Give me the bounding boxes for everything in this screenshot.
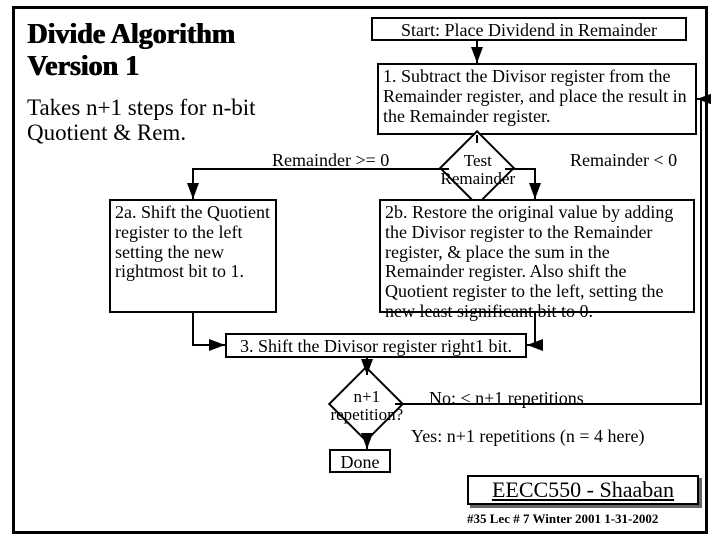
- node-step2a: 2a. Shift the Quotient register to the l…: [109, 199, 277, 313]
- node-start: Start: Place Dividend in Remainder: [371, 17, 687, 41]
- footer-course: EECC550 - Shaaban: [467, 475, 699, 505]
- edge-label-ge0: Remainder >= 0: [272, 151, 389, 170]
- edge-label-no: No: < n+1 repetitions: [429, 389, 584, 408]
- slide-title: Divide Algorithm Version 1: [27, 19, 235, 83]
- node-repetition: n+1 repetition?: [328, 366, 404, 442]
- node-step1: 1. Subtract the Divisor register from th…: [377, 63, 697, 135]
- slide-frame: Divide Algorithm Version 1 Takes n+1 ste…: [12, 6, 708, 534]
- slide-subtitle: Takes n+1 steps for n-bit Quotient & Rem…: [27, 95, 256, 146]
- edge-label-lt0: Remainder < 0: [570, 151, 677, 170]
- node-step3: 3. Shift the Divisor register right1 bit…: [225, 333, 527, 358]
- node-test-remainder: Test Remainder: [439, 130, 515, 206]
- node-test-label: Test Remainder: [433, 152, 523, 188]
- node-step2b: 2b. Restore the original value by adding…: [379, 199, 695, 313]
- node-done: Done: [329, 449, 391, 473]
- edge-label-yes: Yes: n+1 repetitions (n = 4 here): [411, 427, 644, 446]
- footer-meta: #35 Lec # 7 Winter 2001 1-31-2002: [467, 511, 658, 527]
- node-repetition-label: n+1 repetition?: [322, 388, 412, 424]
